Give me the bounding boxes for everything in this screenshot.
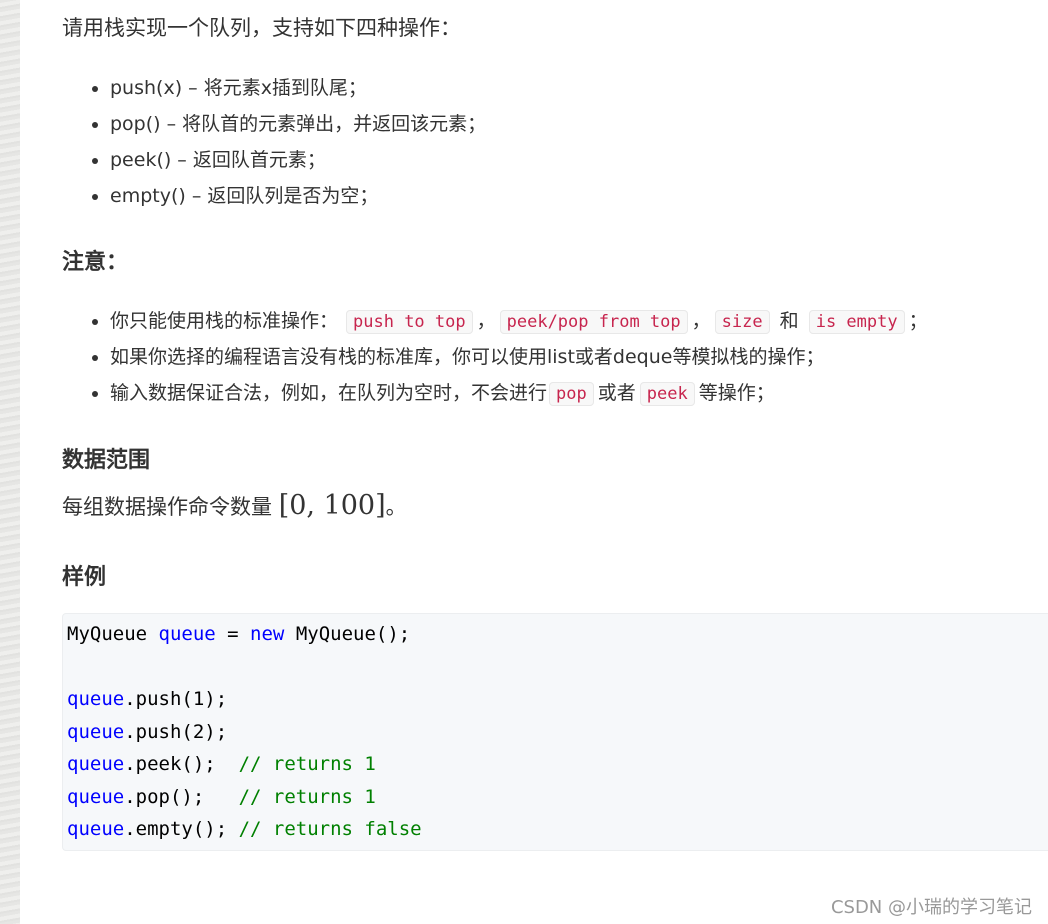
code-line: queue.push(1); <box>67 684 227 714</box>
inline-code: is empty <box>808 310 905 334</box>
list-item: 如果你选择的编程语言没有栈的标准库，你可以使用list或者deque等模拟栈的操… <box>91 342 824 372</box>
note-text: 或者 <box>597 382 636 404</box>
code-token-plain: MyQueue(); <box>284 623 411 645</box>
code-token-keyword: queue <box>67 753 125 775</box>
code-line: queue.pop(); // returns 1 <box>67 782 376 812</box>
code-line: queue.push(2); <box>67 717 227 747</box>
range-text: 每组数据操作命令数量 [0, 100]。 <box>62 490 407 521</box>
note-text: 你只能使用栈的标准操作： <box>110 310 339 332</box>
code-token-plain: MyQueue <box>67 623 159 645</box>
example-heading: 样例 <box>62 565 107 590</box>
list-item: pop() – 将队首的元素弹出，并返回该元素； <box>91 109 486 139</box>
code-token-keyword: queue <box>158 623 216 645</box>
watermark: CSDN @小瑞的学习笔记 <box>830 897 1032 918</box>
code-token-keyword: queue <box>67 720 125 743</box>
list-item: 你只能使用栈的标准操作： push to top， peek/pop from to… <box>92 306 928 336</box>
list-item: peek() – 返回队首元素； <box>92 145 326 175</box>
code-token-plain: .push(2); <box>124 720 228 743</box>
code-line: queue.peek(); // returns 1 <box>67 749 376 779</box>
note-heading: 注意： <box>62 250 129 275</box>
code-token-plain: = <box>215 623 251 645</box>
intro-text: 请用栈实现一个队列，支持如下四种操作： <box>62 16 461 40</box>
note-text: 输入数据保证合法，例如，在队列为空时，不会进行 <box>110 382 548 404</box>
range-end: 。 <box>385 495 407 519</box>
code-token-plain: .pop(); <box>124 785 239 808</box>
inline-code: push to top <box>346 310 473 334</box>
list-item: push(x) – 将元素x插到队尾； <box>92 73 367 103</box>
code-token-plain: .push(1); <box>124 688 228 710</box>
separator: 和 <box>779 310 799 332</box>
code-token-keyword: queue <box>67 818 125 840</box>
note-text: 等操作； <box>698 382 775 404</box>
range-math: [0, 100] <box>278 490 386 521</box>
list-item: 输入数据保证合法，例如，在队列为空时，不会进行 pop 或者 peek 等操作； <box>92 378 775 408</box>
inline-code: pop <box>549 382 594 406</box>
inline-code: peek/pop from top <box>499 310 688 334</box>
code-token-keyword: queue <box>67 785 125 808</box>
separator: ； <box>908 310 928 332</box>
code-token-comment: // returns false <box>238 818 422 840</box>
code-token-keyword: new <box>250 623 285 645</box>
range-label: 每组数据操作命令数量 <box>62 495 272 519</box>
code-token-keyword: queue <box>67 688 125 710</box>
separator: ， <box>476 310 496 332</box>
code-token-comment: // returns 1 <box>238 785 376 808</box>
code-token-plain: .peek(); <box>124 753 239 775</box>
range-heading: 数据范围 <box>62 448 151 473</box>
code-token-plain: .empty(); <box>124 818 239 840</box>
page-background-edge <box>0 0 20 924</box>
code-line: queue.empty(); // returns false <box>67 814 422 844</box>
code-line: MyQueue queue = new MyQueue(); <box>67 619 410 649</box>
inline-code: size <box>714 310 770 334</box>
code-block: MyQueue queue = new MyQueue(); queue.push… <box>62 613 1048 851</box>
separator: ， <box>691 310 711 332</box>
inline-code: peek <box>639 382 695 406</box>
list-item: empty() – 返回队列是否为空； <box>91 181 378 211</box>
code-token-comment: // returns 1 <box>238 753 376 775</box>
